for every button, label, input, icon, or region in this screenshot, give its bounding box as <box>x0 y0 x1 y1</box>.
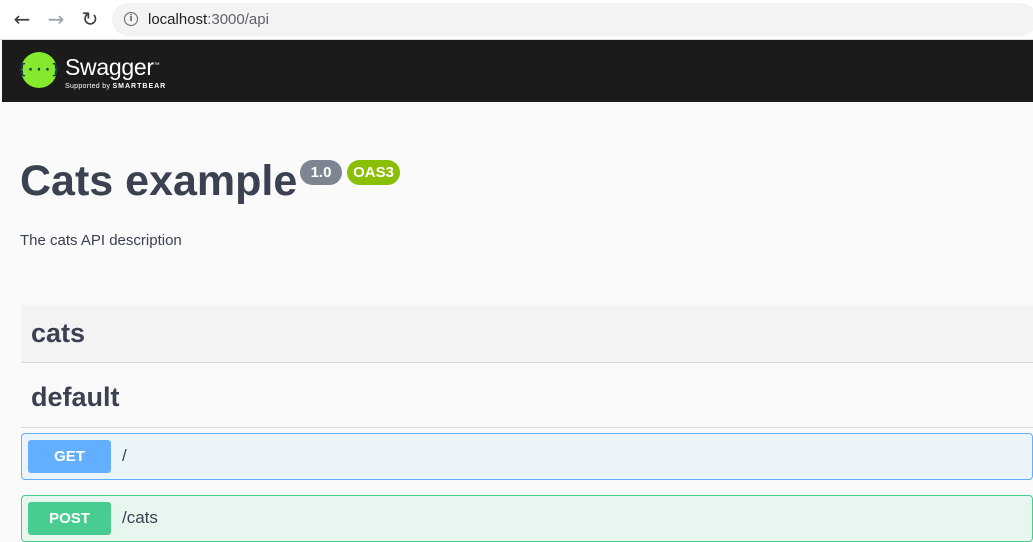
url-path: :3000/api <box>207 11 269 28</box>
operation-get-root[interactable]: GET / <box>21 433 1033 480</box>
arrow-right-icon: → <box>47 7 65 31</box>
operation-post-cats[interactable]: POST /cats <box>21 495 1033 542</box>
tag-default-label: default <box>31 382 120 412</box>
address-bar[interactable]: i localhost:3000/api <box>112 3 1033 36</box>
back-button[interactable]: ← <box>10 7 34 31</box>
info-icon[interactable]: i <box>124 12 138 26</box>
trademark: ™ <box>153 62 160 69</box>
arrow-left-icon: ← <box>13 7 31 31</box>
reload-icon: ↻ <box>81 7 99 31</box>
version-badge: 1.0 <box>300 160 342 185</box>
smartbear-label: SMARTBEAR <box>112 83 167 90</box>
browser-toolbar: ← → ↻ i localhost:3000/api <box>0 0 1033 40</box>
logo-glyph: {···} <box>17 62 61 78</box>
reload-button[interactable]: ↻ <box>78 7 102 31</box>
url-host: localhost <box>148 11 208 28</box>
forward-button[interactable]: → <box>44 7 68 31</box>
swagger-logo-icon[interactable]: {···} <box>17 52 61 88</box>
swagger-topbar: {···} Swagger™ Supported by SMARTBEAR <box>2 40 1033 102</box>
page-title: Cats example <box>20 157 298 205</box>
method-badge-post: POST <box>28 502 111 535</box>
tag-cats[interactable]: cats <box>21 305 1033 363</box>
tag-default[interactable]: default <box>21 369 1033 428</box>
brand-name: Swagger <box>65 54 154 80</box>
url-text[interactable]: localhost:3000/api <box>148 11 269 28</box>
supported-by: Supported by SMARTBEAR <box>65 83 166 90</box>
api-description: The cats API description <box>20 232 182 249</box>
oas-badge: OAS3 <box>347 160 400 185</box>
operation-path: /cats <box>122 508 158 527</box>
supported-by-label: Supported by <box>65 83 111 90</box>
operation-path: / <box>122 446 127 465</box>
method-badge-get: GET <box>28 440 111 473</box>
swagger-brand[interactable]: Swagger™ <box>65 54 160 81</box>
tag-cats-label: cats <box>31 318 86 348</box>
